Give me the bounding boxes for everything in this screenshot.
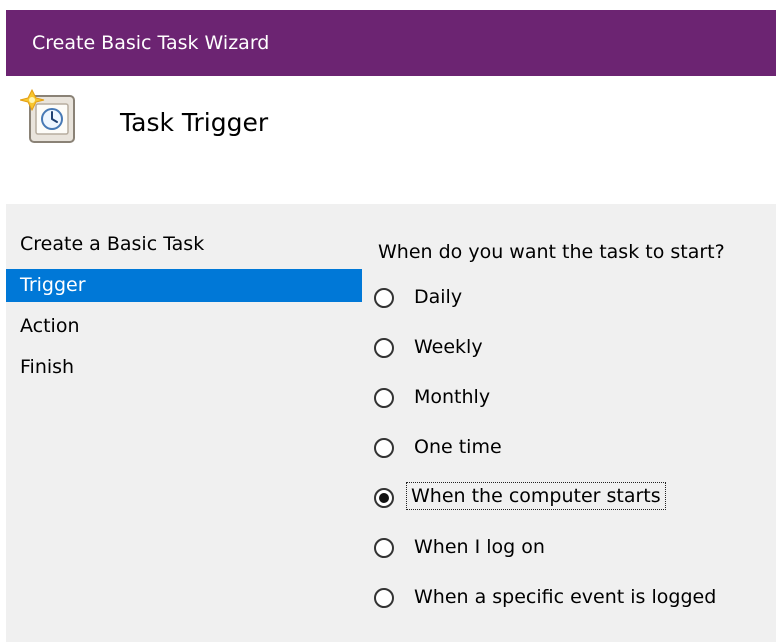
- radio-button-icon[interactable]: [374, 388, 394, 408]
- option-label[interactable]: Daily: [410, 284, 466, 310]
- scheduled-task-icon: [20, 88, 75, 143]
- radio-button-icon[interactable]: [374, 338, 394, 358]
- trigger-question: When do you want the task to start?: [378, 241, 725, 263]
- option-label[interactable]: One time: [410, 434, 506, 460]
- wizard-header: Task Trigger: [6, 76, 776, 204]
- step-action[interactable]: Action: [6, 310, 362, 343]
- wizard-steps: Create a Basic Task Trigger Action Finis…: [6, 228, 362, 392]
- window-titlebar[interactable]: Create Basic Task Wizard: [6, 10, 776, 76]
- radio-button-icon[interactable]: [374, 438, 394, 458]
- step-trigger[interactable]: Trigger: [6, 269, 362, 302]
- option-label[interactable]: When the computer starts: [406, 482, 666, 510]
- option-label[interactable]: When a specific event is logged: [410, 584, 720, 610]
- option-label[interactable]: When I log on: [410, 534, 549, 560]
- window-title: Create Basic Task Wizard: [32, 32, 270, 54]
- radio-button-icon[interactable]: [374, 588, 394, 608]
- step-finish[interactable]: Finish: [6, 351, 362, 384]
- option-label[interactable]: Monthly: [410, 384, 494, 410]
- page-title: Task Trigger: [120, 108, 269, 137]
- radio-button-icon[interactable]: [374, 538, 394, 558]
- wizard-content: Create a Basic Task Trigger Action Finis…: [6, 204, 776, 642]
- step-create-basic-task[interactable]: Create a Basic Task: [6, 228, 362, 261]
- radio-button-icon[interactable]: [374, 288, 394, 308]
- option-label[interactable]: Weekly: [410, 334, 487, 360]
- radio-button-checked-icon[interactable]: [374, 488, 394, 508]
